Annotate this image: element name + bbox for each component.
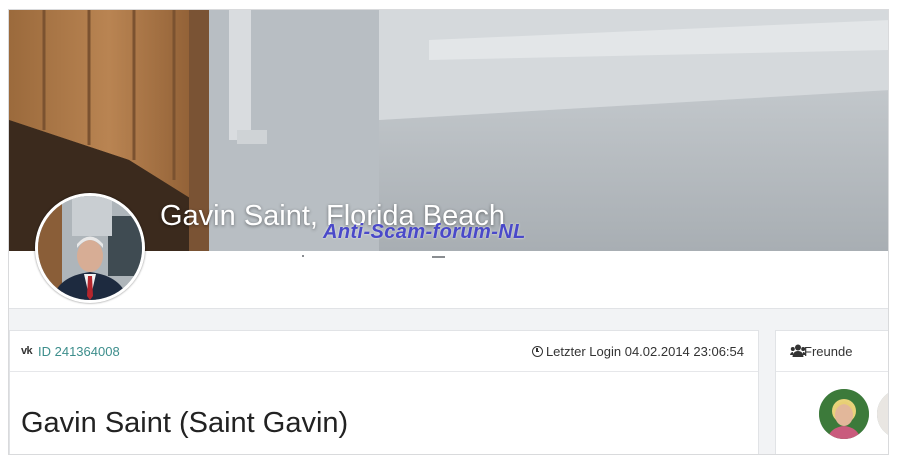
friends-card: Freunde [775, 330, 888, 454]
friend-avatar-2[interactable] [877, 389, 888, 439]
friends-header[interactable]: Freunde [776, 331, 888, 372]
profile-id-link[interactable]: ID 241364008 [38, 344, 120, 359]
last-login: Letzter Login 04.02.2014 23:06:54 [531, 344, 744, 359]
divider-dot [302, 255, 304, 257]
profile-info-header: vk ID 241364008 Letzter Login 04.02.2014… [10, 331, 758, 372]
divider-dash [432, 256, 445, 258]
watermark-text: Anti-Scam-forum-NL [323, 221, 526, 243]
clock-icon [531, 346, 543, 357]
profile-avatar[interactable] [35, 193, 145, 303]
vk-icon: vk [21, 345, 33, 357]
profile-page: Gavin Saint, Florida Beach Anti-Scam-for… [8, 9, 889, 455]
profile-full-name: Gavin Saint (Saint Gavin) [21, 407, 349, 439]
cover-photo: Gavin Saint, Florida Beach Anti-Scam-for… [9, 10, 888, 251]
friend-avatar-1[interactable] [819, 389, 869, 439]
last-login-text: Letzter Login 04.02.2014 23:06:54 [545, 344, 744, 359]
profile-info-card: vk ID 241364008 Letzter Login 04.02.2014… [9, 330, 759, 454]
friends-label: Freunde [804, 344, 853, 359]
